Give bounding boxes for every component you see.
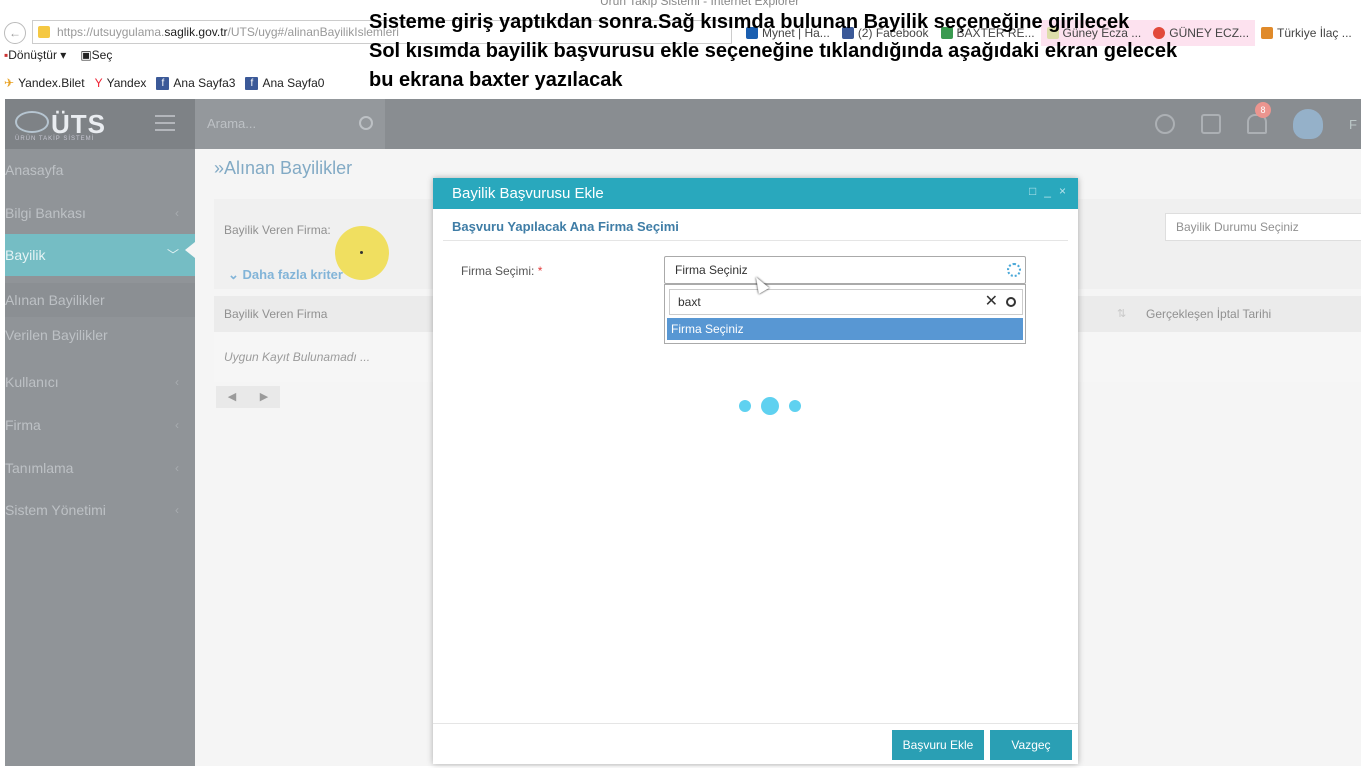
convert-menu[interactable]: ▪Dönüştür ▾ xyxy=(4,48,66,62)
divider xyxy=(433,723,1078,724)
search-icon[interactable] xyxy=(1006,297,1016,307)
clear-icon[interactable]: ✕ xyxy=(985,293,998,311)
url-prefix: https://utsuygulama. xyxy=(57,25,165,39)
firma-search-input[interactable]: baxt ✕ xyxy=(669,289,1023,315)
firma-dropdown: baxt ✕ Firma Seçiniz xyxy=(664,284,1026,344)
select-button[interactable]: ▣Seç xyxy=(80,48,112,62)
application-modal: Bayilik Başvurusu Ekle □ _ × Başvuru Yap… xyxy=(433,178,1078,764)
back-button[interactable]: ← xyxy=(4,22,26,44)
dropdown-option[interactable]: Firma Seçiniz xyxy=(667,318,1023,340)
yandex-icon: Y xyxy=(94,76,103,90)
cancel-button[interactable]: Vazgeç xyxy=(990,730,1072,760)
annotation-text: Sisteme giriş yaptıkdan sonra.Sağ kısımd… xyxy=(369,8,1177,95)
maximize-icon[interactable]: □ xyxy=(1029,184,1036,198)
firma-select[interactable]: Firma Seçiniz xyxy=(664,256,1026,284)
firma-select-value: Firma Seçiniz xyxy=(675,263,748,277)
facebook-icon: f xyxy=(156,76,170,90)
fav-ana-sayfa0[interactable]: f Ana Sayfa0 xyxy=(245,76,324,90)
select-icon: ▣ xyxy=(80,48,92,62)
loader-dot xyxy=(761,397,779,415)
fav-yandex-bilet[interactable]: ✈ Yandex.Bilet xyxy=(4,76,85,90)
loading-indicator xyxy=(739,397,801,415)
tab-turkiye-ilac[interactable]: Türkiye İlaç ... xyxy=(1255,20,1358,46)
favorites-bar: ✈ Yandex.Bilet Y Yandex f Ana Sayfa3 f Ana S… xyxy=(4,76,324,90)
leaf-icon xyxy=(1261,27,1274,39)
site-icon xyxy=(38,26,50,38)
fav-yandex[interactable]: Y Yandex xyxy=(95,76,147,90)
cursor-dot xyxy=(360,251,363,254)
modal-section-title: Başvuru Yapılacak Ana Firma Seçimi xyxy=(452,219,679,234)
url-host: saglik.gov.tr xyxy=(164,25,228,39)
modal-header: Bayilik Başvurusu Ekle □ _ × xyxy=(433,178,1078,209)
annotation-line: Sol kısımda bayilik başvurusu ekle seçen… xyxy=(369,40,1178,62)
close-icon[interactable]: × xyxy=(1059,184,1066,198)
facebook-icon: f xyxy=(245,76,259,90)
command-bar: ▪Dönüştür ▾ ▣Seç xyxy=(4,48,112,62)
divider xyxy=(443,240,1068,241)
modal-title: Bayilik Başvurusu Ekle xyxy=(452,185,604,202)
loader-dot xyxy=(789,400,801,412)
fav-ana-sayfa3[interactable]: f Ana Sayfa3 xyxy=(156,76,235,90)
firma-field-label: Firma Seçimi: * xyxy=(461,264,543,278)
required-mark: * xyxy=(537,264,543,278)
bilet-icon: ✈ xyxy=(4,76,15,90)
firma-search-value: baxt xyxy=(678,295,701,309)
modal-controls: □ _ × xyxy=(1029,184,1066,198)
annotation-line: Sisteme giriş yaptıkdan sonra.Sağ kısımd… xyxy=(369,11,1130,33)
minimize-icon[interactable]: _ xyxy=(1044,184,1051,198)
submit-application-button[interactable]: Başvuru Ekle xyxy=(892,730,984,760)
annotation-line: bu ekrana baxter yazılacak xyxy=(369,69,623,91)
loading-spinner-icon xyxy=(1007,263,1021,277)
cursor-highlight xyxy=(335,226,389,280)
loader-dot xyxy=(739,400,751,412)
window-title: Ürün Takip Sistemi - Internet Explorer xyxy=(600,0,800,8)
